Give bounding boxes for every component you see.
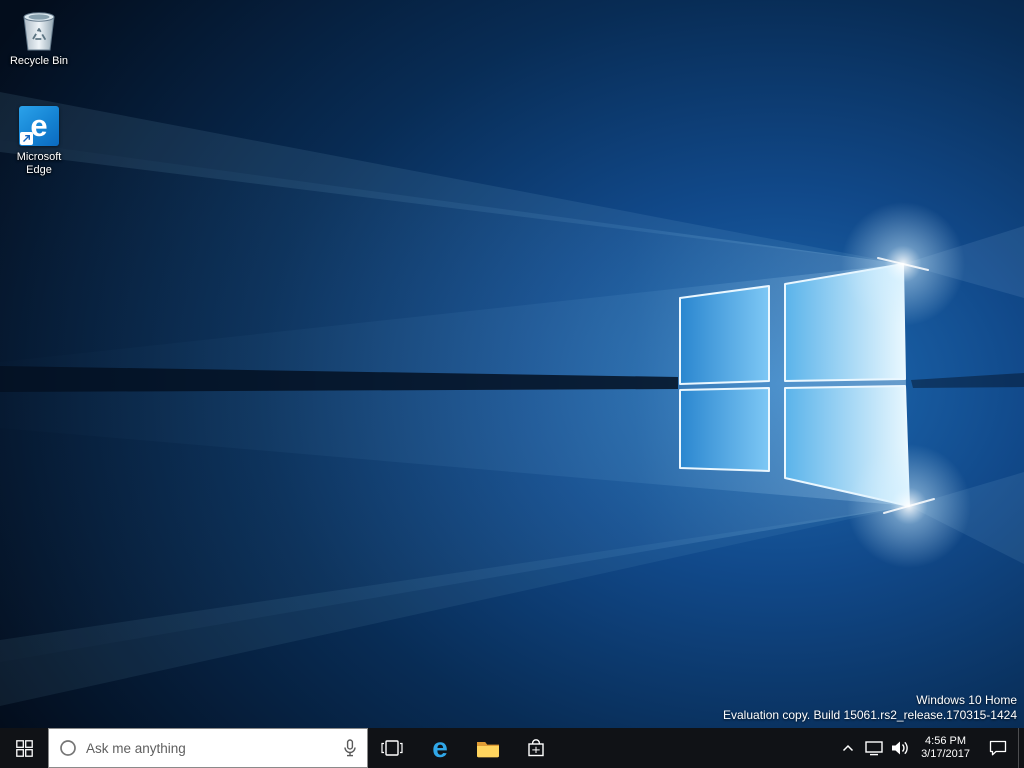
recycle-bin-icon: [18, 8, 60, 52]
windows-desktop: Recycle Bin e Microsoft Edge Windows 10 …: [0, 0, 1024, 768]
taskbar-clock[interactable]: 4:56 PM 3/17/2017: [913, 728, 978, 768]
taskbar-edge-button[interactable]: e: [416, 728, 464, 768]
shopping-bag-icon: [528, 739, 544, 757]
desktop-icon-recycle-bin[interactable]: Recycle Bin: [0, 8, 78, 68]
clock-time: 4:56 PM: [925, 735, 967, 747]
task-view-button[interactable]: [368, 728, 416, 768]
cortana-search-box[interactable]: [48, 728, 368, 768]
watermark-build: Evaluation copy. Build 15061.rs2_release…: [723, 708, 1017, 722]
edge-icon: e: [18, 104, 60, 148]
desktop-icon-label: Recycle Bin: [9, 55, 69, 67]
shortcut-arrow-icon: [20, 132, 33, 145]
desktop-icon-label: Microsoft Edge: [16, 151, 62, 176]
volume-tray-button[interactable]: [887, 728, 913, 768]
chevron-up-icon: [843, 744, 854, 752]
desktop-wallpaper: [0, 0, 1024, 768]
watermark-edition: Windows 10 Home: [916, 693, 1017, 707]
taskbar: e: [0, 728, 1024, 768]
network-tray-button[interactable]: [861, 728, 887, 768]
show-desktop-button[interactable]: [1018, 728, 1024, 768]
action-center-icon: [989, 740, 1007, 756]
system-tray: 4:56 PM 3/17/2017: [835, 728, 1024, 768]
taskbar-store-button[interactable]: [512, 728, 560, 768]
action-center-button[interactable]: [978, 728, 1018, 768]
edge-e-icon: e: [432, 732, 448, 763]
taskbar-file-explorer-button[interactable]: [464, 728, 512, 768]
task-view-icon: [381, 740, 403, 756]
evaluation-watermark: Windows 10 Home Evaluation copy. Build 1…: [723, 693, 1017, 723]
clock-date: 3/17/2017: [921, 748, 970, 760]
windows-logo-icon: [15, 739, 33, 757]
network-icon: [865, 740, 883, 755]
speaker-icon: [892, 741, 908, 755]
search-input[interactable]: [86, 740, 334, 756]
cortana-circle-icon: [59, 739, 77, 757]
show-hidden-icons-button[interactable]: [835, 728, 861, 768]
desktop-icon-microsoft-edge[interactable]: e Microsoft Edge: [0, 104, 78, 177]
microphone-icon[interactable]: [343, 739, 357, 757]
start-button[interactable]: [0, 728, 48, 768]
folder-icon: [477, 741, 499, 757]
